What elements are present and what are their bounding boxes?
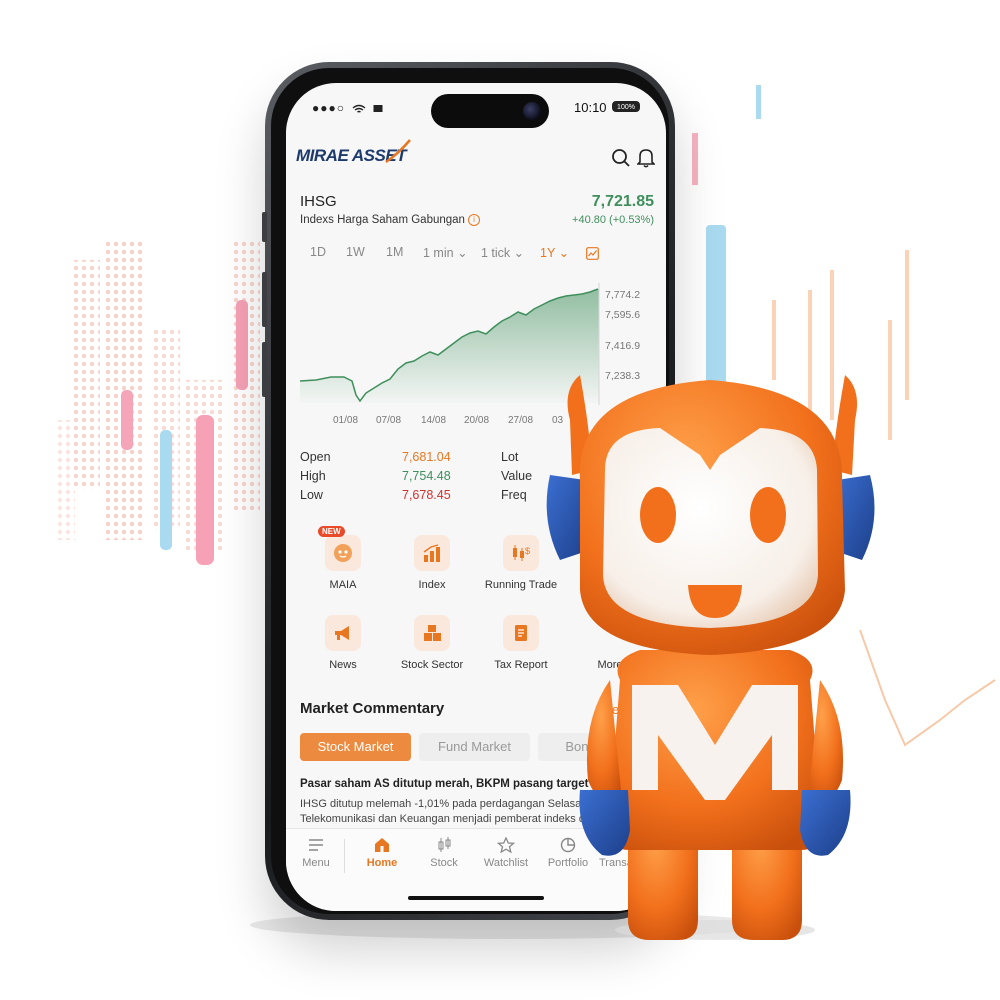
new-badge: NEW — [318, 526, 345, 537]
tab-1tick-dropdown[interactable]: 1 tick ⌄ — [481, 245, 524, 260]
chevron-down-icon: ⌄ — [513, 246, 525, 260]
dynamic-island — [431, 94, 549, 128]
menu-label: Stock Sector — [400, 659, 464, 671]
tab-1min-label: 1 min — [423, 246, 454, 260]
x-tick: 20/08 — [464, 415, 489, 426]
nav-home[interactable]: Home — [352, 837, 412, 869]
stat-open-value: 7,681.04 — [402, 450, 451, 464]
tab-1min-dropdown[interactable]: 1 min ⌄ — [423, 245, 468, 260]
nav-label: Home — [366, 857, 398, 869]
stat-open-label: Open — [300, 450, 331, 464]
menu-label: MAIA — [329, 579, 357, 591]
y-tick: 7,774.2 — [605, 289, 640, 301]
menu-item-news[interactable]: News — [298, 615, 388, 671]
home-icon — [375, 838, 389, 852]
x-tick: 07/08 — [376, 415, 401, 426]
volume-down-button — [262, 342, 267, 397]
status-time: 10:10 — [574, 100, 607, 115]
chart-type-icon[interactable] — [586, 247, 599, 260]
stat-high-value: 7,754.48 — [402, 469, 451, 483]
index-name: Indexs Harga Saham Gabungan i — [300, 214, 480, 226]
y-tick: 7,416.9 — [605, 340, 640, 352]
search-icon[interactable] — [611, 148, 631, 168]
menu-label: Index — [418, 579, 446, 591]
chevron-down-icon: ⌄ — [558, 246, 570, 260]
market-commentary-title: Market Commentary — [300, 700, 445, 717]
silent-switch — [262, 212, 267, 242]
camera-icon — [523, 102, 541, 120]
menu-item-index[interactable]: Index — [387, 535, 477, 591]
y-tick: 7,595.6 — [605, 309, 640, 321]
x-tick: 14/08 — [421, 415, 446, 426]
tab-1y-label: 1Y — [540, 246, 556, 260]
nav-stock[interactable]: Stock — [414, 837, 474, 869]
tab-1y-dropdown[interactable]: 1Y ⌄ — [540, 245, 569, 260]
nav-divider — [344, 839, 345, 873]
info-icon[interactable]: i — [467, 214, 480, 226]
stat-low-value: 7,678.45 — [402, 488, 451, 502]
index-change: +40.80 (+0.53%) — [572, 214, 654, 226]
x-tick: 01/08 — [333, 415, 358, 426]
menu-item-stock-sector[interactable]: Stock Sector — [387, 615, 477, 671]
mascot-robot — [546, 375, 875, 940]
maia-icon — [325, 535, 361, 571]
tab-1m[interactable]: 1M — [386, 245, 403, 259]
timeframe-tabs: 1D 1W 1M 1 min ⌄ 1 tick ⌄ 1Y ⌄ — [300, 245, 650, 265]
message-icon — [373, 105, 383, 113]
battery-icon: 100% — [612, 101, 640, 112]
signal-dots: ●●●○ — [312, 101, 345, 115]
menu-label: News — [329, 659, 357, 671]
stat-low-label: Low — [300, 488, 323, 502]
index-name-text: Indexs Harga Saham Gabungan — [300, 214, 465, 227]
stat-high-label: High — [300, 469, 326, 483]
bell-icon[interactable] — [637, 148, 655, 168]
chevron-down-icon: ⌄ — [457, 246, 468, 260]
nav-label: Menu — [302, 857, 330, 869]
volume-up-button — [262, 272, 267, 327]
tab-1w[interactable]: 1W — [346, 245, 365, 259]
boxes-icon — [414, 615, 450, 651]
menu-item-maia[interactable]: NEW MAIA — [298, 526, 388, 591]
bar-chart-icon — [414, 535, 450, 571]
menu-icon — [309, 839, 323, 851]
tab-1d[interactable]: 1D — [310, 245, 326, 259]
index-price: 7,721.85 — [591, 193, 654, 210]
tab-1tick-label: 1 tick — [481, 246, 511, 260]
nav-label: Stock — [430, 857, 458, 869]
nav-menu[interactable]: Menu — [286, 837, 346, 869]
megaphone-icon — [325, 615, 361, 651]
signal-indicator: ●●●○ — [312, 101, 383, 115]
logo-swoosh-icon — [385, 139, 411, 164]
wifi-icon — [352, 104, 366, 113]
candlestick-icon — [438, 837, 451, 852]
index-code: IHSG — [300, 193, 337, 210]
tab-stock-market[interactable]: Stock Market — [300, 733, 411, 761]
